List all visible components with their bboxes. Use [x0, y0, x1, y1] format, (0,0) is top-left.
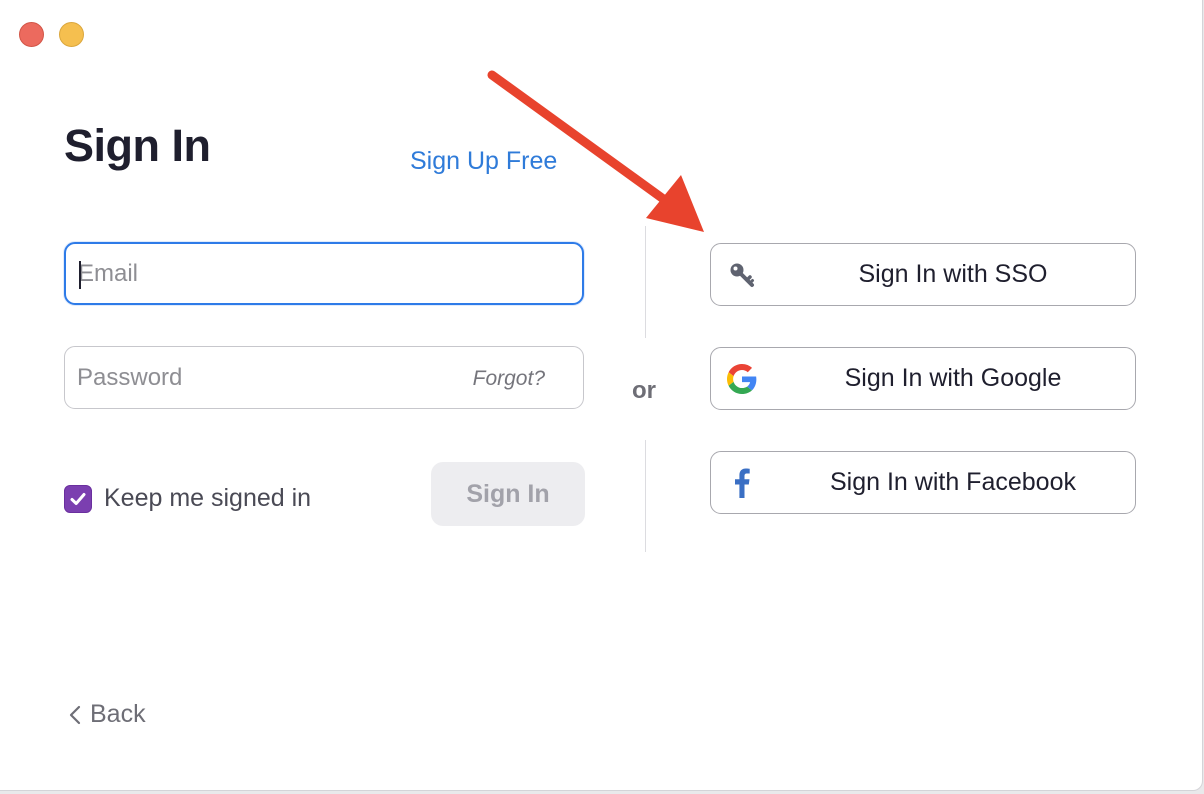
sign-in-facebook-button[interactable]: Sign In with Facebook	[710, 451, 1136, 514]
chevron-left-icon	[69, 705, 81, 724]
or-separator: or	[632, 377, 656, 404]
checkmark-icon	[70, 492, 86, 505]
sign-in-button[interactable]: Sign In	[431, 462, 585, 526]
email-input[interactable]	[78, 244, 448, 303]
facebook-icon	[727, 468, 757, 498]
close-window-button[interactable]	[19, 22, 44, 47]
keep-signed-in-checkbox[interactable]	[64, 484, 92, 513]
key-icon	[727, 260, 757, 290]
email-field[interactable]	[64, 242, 584, 305]
minimize-window-button[interactable]	[59, 22, 84, 47]
sign-up-free-link[interactable]: Sign Up Free	[410, 147, 557, 176]
sign-in-sso-button[interactable]: Sign In with SSO	[710, 243, 1136, 306]
sso-button-label: Sign In with SSO	[858, 260, 1048, 288]
keep-signed-in-label: Keep me signed in	[104, 484, 312, 512]
page-title: Sign In	[64, 120, 211, 171]
keep-signed-in-toggle[interactable]: Keep me signed in	[64, 484, 311, 513]
text-caret	[79, 261, 81, 289]
google-button-label: Sign In with Google	[844, 364, 1062, 392]
divider-top	[645, 226, 646, 338]
sign-in-google-button[interactable]: Sign In with Google	[710, 347, 1136, 410]
password-input[interactable]	[77, 347, 447, 408]
sign-in-window: Sign In Sign Up Free Forgot? Keep me sig…	[0, 0, 1203, 791]
divider-bottom	[645, 440, 646, 552]
google-icon	[727, 364, 757, 394]
back-button[interactable]: Back	[68, 700, 146, 729]
forgot-password-link[interactable]: Forgot?	[473, 367, 545, 391]
back-label: Back	[90, 700, 146, 728]
password-field[interactable]: Forgot?	[64, 346, 584, 409]
facebook-button-label: Sign In with Facebook	[830, 468, 1076, 496]
